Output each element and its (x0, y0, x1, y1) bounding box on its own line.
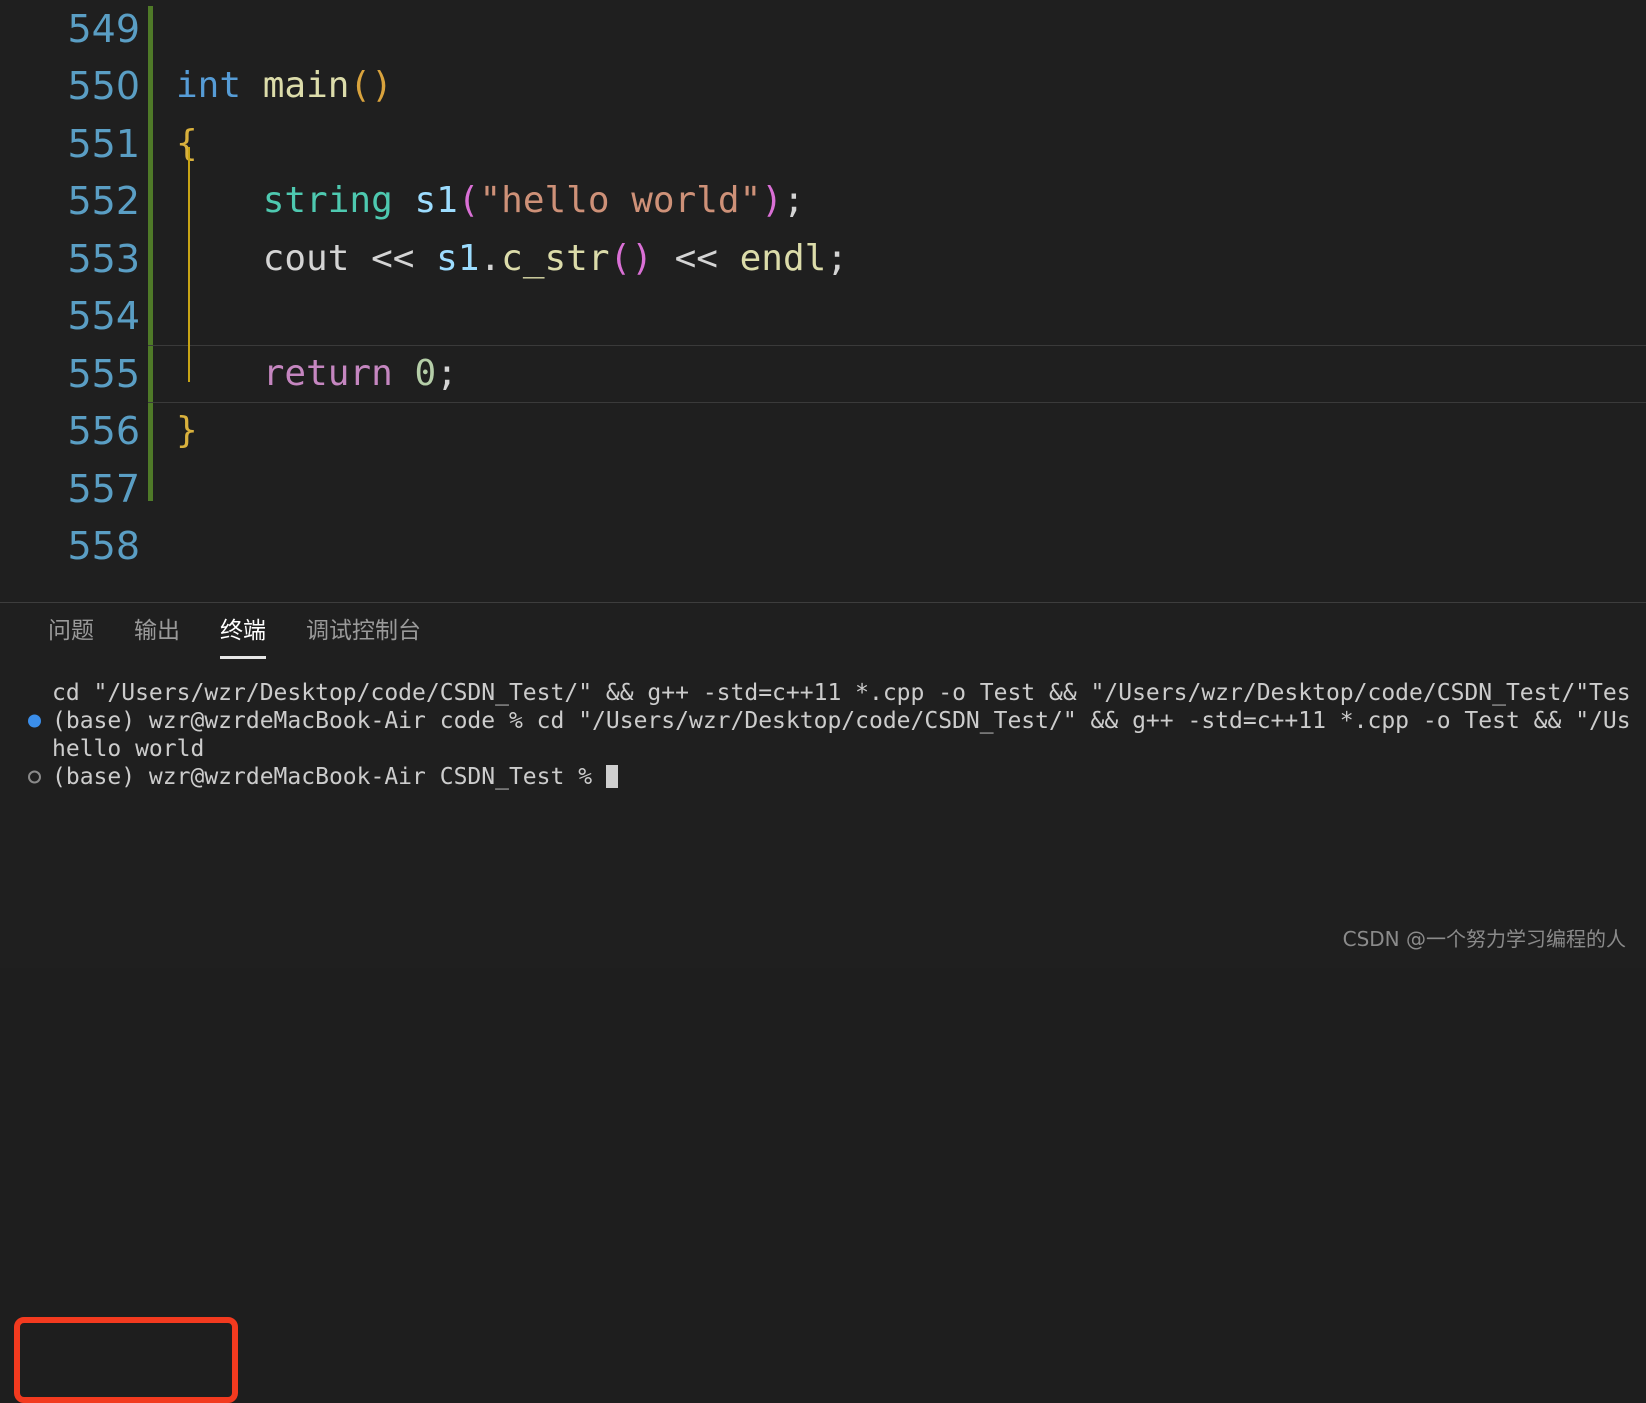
code-token: ) (761, 180, 783, 222)
code-line-row[interactable]: 549 (0, 0, 1646, 58)
terminal-line-text: hello world (52, 736, 205, 762)
line-number: 552 (67, 179, 140, 224)
line-number: 551 (67, 121, 140, 166)
code-token: { (176, 122, 198, 164)
code-line-row[interactable]: 551 { (0, 115, 1646, 173)
code-line-row[interactable]: 553 cout << s1.c_str() << endl; (0, 230, 1646, 288)
code-line-row[interactable]: 555 return 0; (0, 345, 1646, 403)
line-number: 558 (67, 524, 140, 569)
command-status-dot-icon (28, 714, 41, 728)
annotation-highlight-box (14, 1317, 238, 1403)
code-token: ; (782, 180, 805, 222)
code-token: . (479, 237, 502, 279)
code-token: () (609, 237, 653, 279)
terminal-line: (base) wzr@wzrdeMacBook-Air CSDN_Test % (0, 763, 1646, 791)
code-lines[interactable]: 549 550 int main() 551{552 string s1("hello… (0, 0, 1646, 575)
terminal-cursor (605, 765, 618, 788)
code-token: << (349, 237, 437, 279)
line-number: 553 (67, 236, 140, 281)
panel-tab-0[interactable]: 问题 (48, 611, 94, 659)
code-editor[interactable]: 549 550 int main() 551{552 string s1("hello… (0, 0, 1646, 602)
code-token: s1 (414, 180, 458, 222)
prompt-marker-icon (28, 770, 41, 784)
line-number: 550 (67, 64, 140, 109)
code-line-text[interactable]: string s1("hello world"); (140, 183, 1646, 219)
code-token: int (176, 65, 242, 107)
code-line-row[interactable]: 558 (0, 518, 1646, 576)
line-number: 557 (67, 466, 140, 511)
code-line-text[interactable]: cout << s1.c_str() << endl; (140, 237, 1646, 279)
terminal-line-text: (base) wzr@wzrdeMacBook-Air CSDN_Test % (52, 764, 606, 790)
bottom-panel: 问题 输出 终端 调试控制台 cd "/Users/wzr/Desktop/code/… (0, 602, 1646, 1403)
line-number: 556 (67, 409, 140, 454)
code-token: << (652, 237, 740, 279)
code-token: endl (739, 237, 827, 279)
code-token: cout (262, 237, 350, 279)
vscode-window: 549 550 int main() 551{552 string s1("hello… (0, 0, 1646, 1403)
terminal-line-text: cd "/Users/wzr/Desktop/code/CSDN_Test/" … (52, 680, 1631, 706)
terminal-line-text: (base) wzr@wzrdeMacBook-Air code % cd "/… (52, 708, 1631, 734)
panel-tab-bar[interactable]: 问题 输出 终端 调试控制台 (0, 603, 1646, 659)
line-number: 555 (67, 351, 140, 396)
panel-tab-1[interactable]: 输出 (134, 611, 180, 659)
code-token: return (262, 352, 393, 394)
terminal-line: (base) wzr@wzrdeMacBook-Air code % cd "/… (0, 707, 1646, 735)
panel-tab-3[interactable]: 调试控制台 (306, 611, 421, 659)
code-line-text[interactable]: { (140, 122, 1646, 164)
code-token: } (176, 410, 198, 452)
code-token: main (262, 65, 350, 107)
code-token: 0 (414, 352, 437, 394)
code-line-row[interactable]: 554 (0, 288, 1646, 346)
indent-guide (188, 146, 190, 383)
terminal-line: cd "/Users/wzr/Desktop/code/CSDN_Test/" … (0, 679, 1646, 707)
code-token: () (349, 65, 393, 107)
code-line-row[interactable]: 557 (0, 460, 1646, 518)
code-line-row[interactable]: 556} (0, 403, 1646, 461)
code-line-row[interactable]: 552 string s1("hello world"); (0, 173, 1646, 231)
line-number: 549 (67, 6, 140, 51)
csdn-watermark: CSDN @一个努力学习编程的人 (1342, 927, 1626, 951)
code-token: ; (826, 237, 848, 279)
line-number: 554 (67, 294, 140, 339)
code-token: ; (436, 352, 458, 394)
code-line-text[interactable]: } (140, 413, 1646, 449)
code-line-text[interactable]: return 0; (140, 352, 1646, 394)
code-token: string (262, 180, 393, 222)
code-token: s1 (436, 237, 480, 279)
code-token: "hello world" (479, 180, 762, 222)
code-token: c_str (501, 237, 610, 279)
panel-tab-2[interactable]: 终端 (220, 611, 266, 659)
terminal-output[interactable]: cd "/Users/wzr/Desktop/code/CSDN_Test/" … (0, 659, 1646, 968)
code-line-text[interactable]: int main() (140, 68, 1646, 104)
code-line-row[interactable]: 550 int main() (0, 58, 1646, 116)
terminal-line: hello world (0, 735, 1646, 763)
code-token: ( (457, 180, 480, 222)
